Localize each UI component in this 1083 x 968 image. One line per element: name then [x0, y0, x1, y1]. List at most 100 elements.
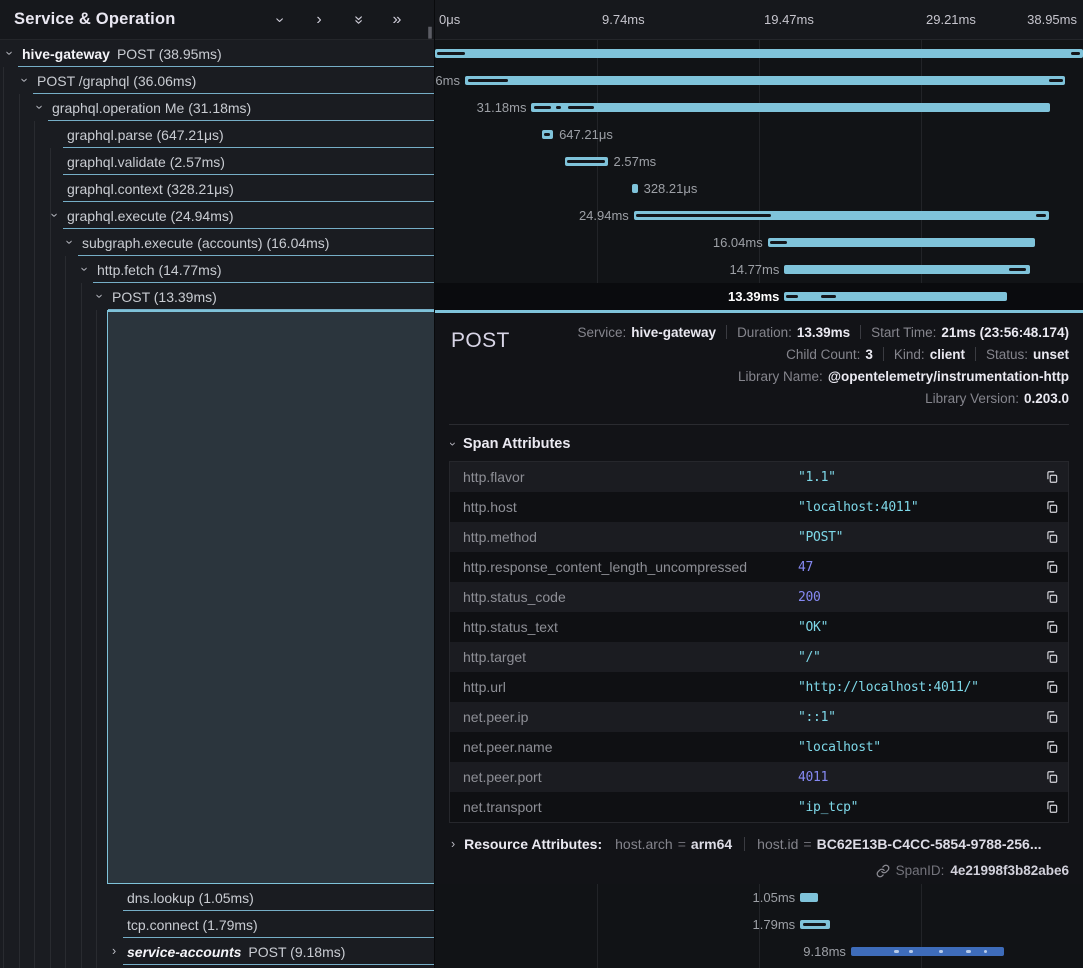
span-duration-label: 13.39ms [728, 289, 779, 304]
chevron-down-icon[interactable]: › [37, 101, 52, 114]
span-tree-row[interactable]: graphql.validate (2.57ms) [0, 148, 434, 175]
span-duration-bar[interactable] [542, 130, 553, 139]
span-tree-row[interactable]: ›service-accountsPOST (9.18ms) [0, 938, 434, 965]
copy-icon[interactable] [1045, 740, 1059, 754]
chevron-down-icon[interactable]: › [22, 74, 37, 87]
attribute-value: "localhost" [798, 740, 1045, 755]
span-id-row: SpanID: 4e21998f3b82abe6 [449, 863, 1069, 878]
chevron-right-icon[interactable]: › [451, 837, 455, 851]
span-duration-bar[interactable] [531, 103, 1050, 112]
selected-span-highlight-block[interactable] [107, 310, 434, 884]
span-tree-row[interactable]: graphql.context (328.21μs) [0, 175, 434, 202]
timeline-row[interactable]: 1.05ms [435, 884, 1083, 911]
resource-attributes-title[interactable]: Resource Attributes: [464, 836, 602, 852]
timeline-row[interactable]: 328.21μs [435, 175, 1083, 202]
span-duration-label: 9.18ms [803, 944, 846, 959]
attribute-key: http.target [450, 649, 798, 665]
timeline-rows-bottom: 1.05ms1.79ms 9.18ms [435, 884, 1083, 965]
resource-attributes-preview: host.arch=arm64host.id=BC62E13B-C4CC-585… [615, 836, 1041, 852]
chevron-down-icon[interactable]: › [67, 236, 82, 249]
copy-icon[interactable] [1045, 710, 1059, 724]
span-operation-label: graphql.parse (647.21μs) [67, 127, 224, 143]
span-duration-bar[interactable] [851, 947, 1004, 956]
child-span-marker [939, 950, 943, 953]
copy-icon[interactable] [1045, 530, 1059, 544]
span-tree-row[interactable]: ›graphql.operation Me (31.18ms) [0, 94, 434, 121]
copy-icon[interactable] [1045, 500, 1059, 514]
collapse-all-icon[interactable]: » [351, 12, 365, 28]
child-span-marker [567, 160, 604, 163]
span-duration-bar[interactable] [634, 211, 1049, 220]
copy-icon[interactable] [1045, 560, 1059, 574]
span-overview: Service:hive-gatewayDuration:13.39msStar… [449, 321, 1069, 409]
timeline-row[interactable]: 14.77ms [435, 256, 1083, 283]
chevron-down-icon[interactable]: › [82, 263, 97, 276]
copy-icon[interactable] [1045, 590, 1059, 604]
chevron-down-icon[interactable]: › [7, 47, 22, 60]
collapse-one-icon[interactable]: › [273, 12, 287, 28]
span-duration-bar[interactable] [800, 920, 830, 929]
span-detail-header: POST Service:hive-gatewayDuration:13.39m… [449, 321, 1069, 409]
span-operation-label: http.fetch (14.77ms) [97, 262, 222, 278]
link-icon[interactable] [876, 864, 890, 878]
child-span-marker [468, 79, 508, 82]
span-duration-bar[interactable] [784, 265, 1030, 274]
span-duration-bar[interactable] [768, 238, 1035, 247]
trace-viewer: Service & Operation › › » » ∥ ›hive-gate… [0, 0, 1083, 968]
span-duration-bar[interactable] [565, 157, 608, 166]
span-duration-bar[interactable] [632, 184, 637, 193]
span-tree-row[interactable]: dns.lookup (1.05ms) [0, 884, 434, 911]
span-tree-row[interactable]: tcp.connect (1.79ms) [0, 911, 434, 938]
timeline-row[interactable]: 1.79ms [435, 911, 1083, 938]
copy-icon[interactable] [1045, 770, 1059, 784]
timeline-row[interactable]: 31.18ms [435, 94, 1083, 121]
resource-value: BC62E13B-C4CC-5854-9788-256... [817, 836, 1042, 852]
span-attributes-toggle[interactable]: › Span Attributes [451, 436, 1069, 452]
span-tree-row[interactable]: ›hive-gatewayPOST (38.95ms) [0, 40, 434, 67]
meta-value: 21ms (23:56:48.174) [941, 325, 1069, 340]
attribute-row: net.transport"ip_tcp" [450, 792, 1068, 822]
copy-icon[interactable] [1045, 620, 1059, 634]
copy-icon[interactable] [1045, 650, 1059, 664]
span-duration-bar[interactable] [800, 893, 817, 902]
attribute-key: net.peer.ip [450, 709, 798, 725]
attribute-row: http.host"localhost:4011" [450, 492, 1068, 522]
chevron-down-icon[interactable]: › [97, 290, 112, 303]
timeline-row[interactable]: 38.95ms [435, 40, 1083, 67]
attribute-key: http.url [450, 679, 798, 695]
span-duration-bar[interactable] [465, 76, 1065, 85]
timeline-row[interactable]: 9.18ms [435, 938, 1083, 965]
timeline-row[interactable]: 36.06ms [435, 67, 1083, 94]
meta-label: Start Time: [871, 325, 936, 340]
panel-resize-handle[interactable]: ∥ [427, 25, 433, 39]
span-tree-row[interactable]: ›subgraph.execute (accounts) (16.04ms) [0, 229, 434, 256]
span-tree-row[interactable]: ›POST (13.39ms) [0, 283, 434, 310]
expand-one-icon[interactable]: › [312, 12, 326, 28]
span-tree-row[interactable]: graphql.parse (647.21μs) [0, 121, 434, 148]
timeline-row[interactable]: 2.57ms [435, 148, 1083, 175]
attribute-key: net.peer.name [450, 739, 798, 755]
timeline-row[interactable]: 16.04ms [435, 229, 1083, 256]
chevron-right-icon[interactable]: › [112, 945, 127, 958]
expand-all-icon[interactable]: » [390, 12, 404, 28]
chevron-down-icon[interactable]: › [52, 209, 67, 222]
span-tree-row[interactable]: ›http.fetch (14.77ms) [0, 256, 434, 283]
meta-label: Status: [986, 347, 1028, 362]
span-duration-bar[interactable] [435, 49, 1083, 58]
timeline-row[interactable]: 13.39ms [435, 283, 1083, 310]
attribute-value: "OK" [798, 620, 1045, 635]
timeline-row[interactable]: 647.21μs [435, 121, 1083, 148]
copy-icon[interactable] [1045, 800, 1059, 814]
child-span-marker [568, 106, 594, 109]
span-duration-bar[interactable] [784, 292, 1007, 301]
meta-value: client [930, 347, 965, 362]
copy-icon[interactable] [1045, 470, 1059, 484]
span-overview-line: Service:hive-gatewayDuration:13.39msStar… [449, 321, 1069, 343]
attribute-row: net.peer.port4011 [450, 762, 1068, 792]
span-id-value: 4e21998f3b82abe6 [950, 863, 1069, 878]
span-tree-row[interactable]: ›POST /graphql (36.06ms) [0, 67, 434, 94]
span-tree-row[interactable]: ›graphql.execute (24.94ms) [0, 202, 434, 229]
span-overview-line: Library Name:@opentelemetry/instrumentat… [449, 365, 1069, 387]
copy-icon[interactable] [1045, 680, 1059, 694]
timeline-row[interactable]: 24.94ms [435, 202, 1083, 229]
